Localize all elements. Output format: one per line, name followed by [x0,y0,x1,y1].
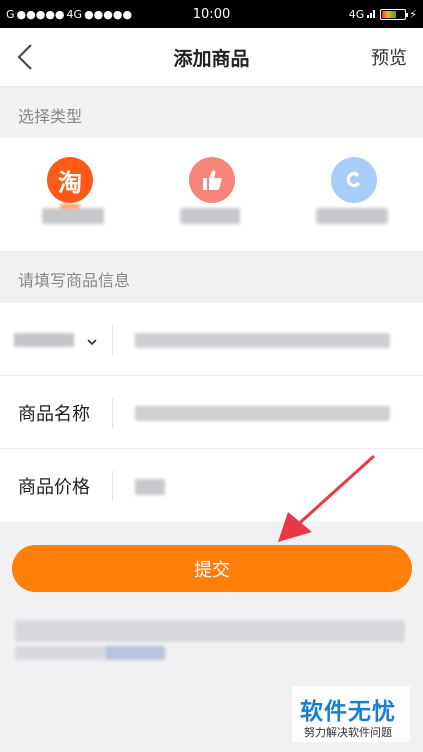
divider [112,325,113,355]
type-option-c[interactable] [304,138,404,251]
taobao-icon: 淘 [47,157,93,203]
status-right: 4G ⚡ [349,8,417,21]
type-label-blurred [316,208,388,224]
battery-icon [380,8,409,20]
preview-button[interactable]: 预览 [371,44,407,70]
watermark-subtitle: 努力解决软件问题 [304,726,392,739]
signal-bars-icon [367,8,377,21]
footnote-link-blurred[interactable] [105,646,165,660]
type-label-blurred [42,208,104,224]
type-label-accent-blurred [60,204,80,209]
footnote-blurred-2 [15,646,105,660]
annotation-arrow-icon [278,454,376,542]
product-name-input-blurred[interactable] [135,406,390,421]
type-label-blurred [180,208,240,224]
page-title: 添加商品 [173,48,250,70]
c-logo-icon [331,157,377,203]
watermark-title: 软件无忧 [300,699,396,725]
network-type-right: 4G [348,7,365,21]
charging-icon: ⚡ [409,7,417,21]
divider [112,398,113,428]
form-row-name: 商品名称 [0,376,423,449]
divider [112,471,113,501]
type-option-thumbs[interactable] [162,138,262,251]
status-bar: G ●●●●● 4G ●●●●● 10:00 4G ⚡ [0,0,423,28]
watermark: 软件无忧 努力解决软件问题 [292,686,410,742]
nav-bar: 添加商品 预览 [0,28,423,87]
chevron-down-icon[interactable] [86,333,98,352]
type-selector: 淘 [0,138,423,251]
category-select-blurred[interactable] [14,333,74,347]
product-price-label: 商品价格 [18,477,90,498]
type-option-taobao[interactable]: 淘 [20,138,120,251]
product-price-input-blurred[interactable] [135,479,165,495]
link-input-blurred[interactable] [135,333,390,348]
form-row-link [0,303,423,376]
thumbs-up-icon [189,157,235,203]
product-name-label: 商品名称 [18,404,90,425]
footnote-blurred [15,620,405,642]
section-label-info: 请填写商品信息 [18,271,131,290]
section-label-type: 选择类型 [18,107,83,126]
submit-button[interactable]: 提交 [12,545,412,592]
